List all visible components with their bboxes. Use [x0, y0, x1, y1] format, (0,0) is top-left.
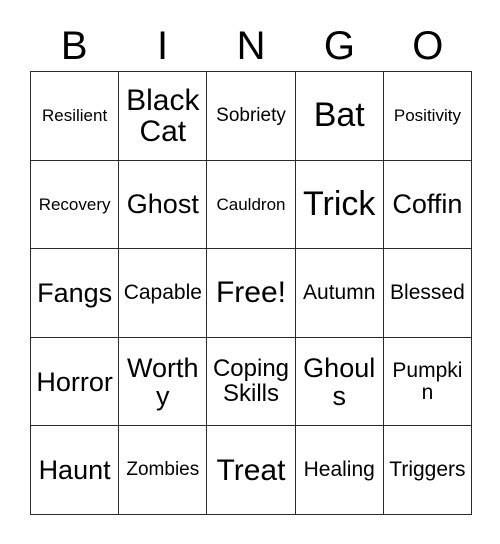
- bingo-cell[interactable]: Pumpkin: [383, 337, 473, 427]
- bingo-cell-label: Positivity: [393, 105, 461, 125]
- bingo-cell[interactable]: Capable: [119, 249, 208, 338]
- bingo-cell-label: Blessed: [390, 281, 465, 305]
- bingo-cell[interactable]: Fangs: [31, 249, 120, 338]
- bingo-cell[interactable]: Ghost: [119, 160, 208, 250]
- header-letter-n: N: [236, 24, 266, 68]
- bingo-row: Haunt Zombies Treat Healing Triggers: [31, 426, 473, 515]
- bingo-cell[interactable]: Bat: [295, 72, 384, 161]
- bingo-cell-label: Healing: [303, 458, 375, 482]
- bingo-grid: Resilient Black Cat Sobriety Bat Positiv…: [30, 71, 473, 515]
- bingo-cell-label: Ghouls: [303, 352, 376, 411]
- bingo-cell-label: Black Cat: [126, 83, 200, 148]
- bingo-cell-label: Fangs: [37, 277, 113, 308]
- bingo-row: Horror Worthy Coping Skills Ghouls Pumpk…: [31, 337, 473, 427]
- bingo-cell-label: Haunt: [38, 455, 111, 486]
- header-letter-i: I: [157, 24, 169, 68]
- bingo-cell[interactable]: Haunt: [31, 426, 120, 515]
- bingo-cell[interactable]: Coping Skills: [207, 337, 296, 427]
- bingo-cell[interactable]: Sobriety: [207, 72, 296, 161]
- header-letter-o: O: [412, 24, 444, 68]
- bingo-cell-label: Bat: [313, 96, 365, 135]
- bingo-cell[interactable]: Positivity: [383, 72, 473, 161]
- bingo-cell[interactable]: Black Cat: [119, 72, 208, 161]
- bingo-cell[interactable]: Treat: [207, 426, 296, 515]
- bingo-cell-label: Free!: [215, 276, 287, 310]
- bingo-cell-label: Treat: [216, 453, 286, 487]
- bingo-cell-label: Coffin: [392, 189, 463, 220]
- bingo-cell[interactable]: Recovery: [31, 160, 120, 250]
- bingo-row: Fangs Capable Free! Autumn Blessed: [31, 249, 473, 338]
- bingo-cell-label: Recovery: [38, 194, 111, 214]
- bingo-header: B I N G O: [30, 22, 472, 70]
- bingo-cell-label: Coping Skills: [212, 354, 290, 407]
- bingo-cell[interactable]: Autumn: [295, 249, 384, 338]
- bingo-cell-label: Triggers: [389, 458, 466, 482]
- bingo-cell-label: Cauldron: [216, 194, 286, 214]
- bingo-cell-label: Trick: [303, 184, 376, 223]
- bingo-cell[interactable]: Blessed: [383, 249, 473, 338]
- bingo-cell-label: Ghost: [126, 189, 199, 220]
- bingo-cell-label: Resilient: [42, 105, 108, 125]
- bingo-cell[interactable]: Resilient: [31, 72, 120, 161]
- bingo-cell[interactable]: Cauldron: [207, 160, 296, 250]
- bingo-cell-label: Capable: [123, 281, 202, 305]
- header-letter-g: G: [323, 24, 355, 68]
- bingo-cell-label: Sobriety: [216, 104, 286, 126]
- bingo-cell-label: Zombies: [126, 459, 200, 481]
- bingo-card: B I N G O Resilient Black Cat Sobriety B…: [0, 0, 500, 544]
- bingo-cell[interactable]: Horror: [31, 337, 120, 427]
- bingo-row: Resilient Black Cat Sobriety Bat Positiv…: [31, 72, 473, 161]
- bingo-cell[interactable]: Trick: [295, 160, 384, 250]
- header-letter-b: B: [60, 24, 88, 68]
- bingo-cell-label: Worthy: [127, 352, 199, 411]
- bingo-cell[interactable]: Zombies: [119, 426, 208, 515]
- bingo-cell-label: Autumn: [303, 281, 376, 305]
- bingo-cell-label: Horror: [36, 366, 113, 397]
- bingo-cell[interactable]: Worthy: [119, 337, 208, 427]
- bingo-cell[interactable]: Coffin: [383, 160, 473, 250]
- bingo-cell[interactable]: Ghouls: [295, 337, 384, 427]
- bingo-cell-free[interactable]: Free!: [207, 249, 296, 338]
- bingo-cell-label: Pumpkin: [392, 358, 463, 404]
- bingo-cell[interactable]: Healing: [295, 426, 384, 515]
- bingo-cell[interactable]: Triggers: [383, 426, 473, 515]
- bingo-row: Recovery Ghost Cauldron Trick Coffin: [31, 160, 473, 250]
